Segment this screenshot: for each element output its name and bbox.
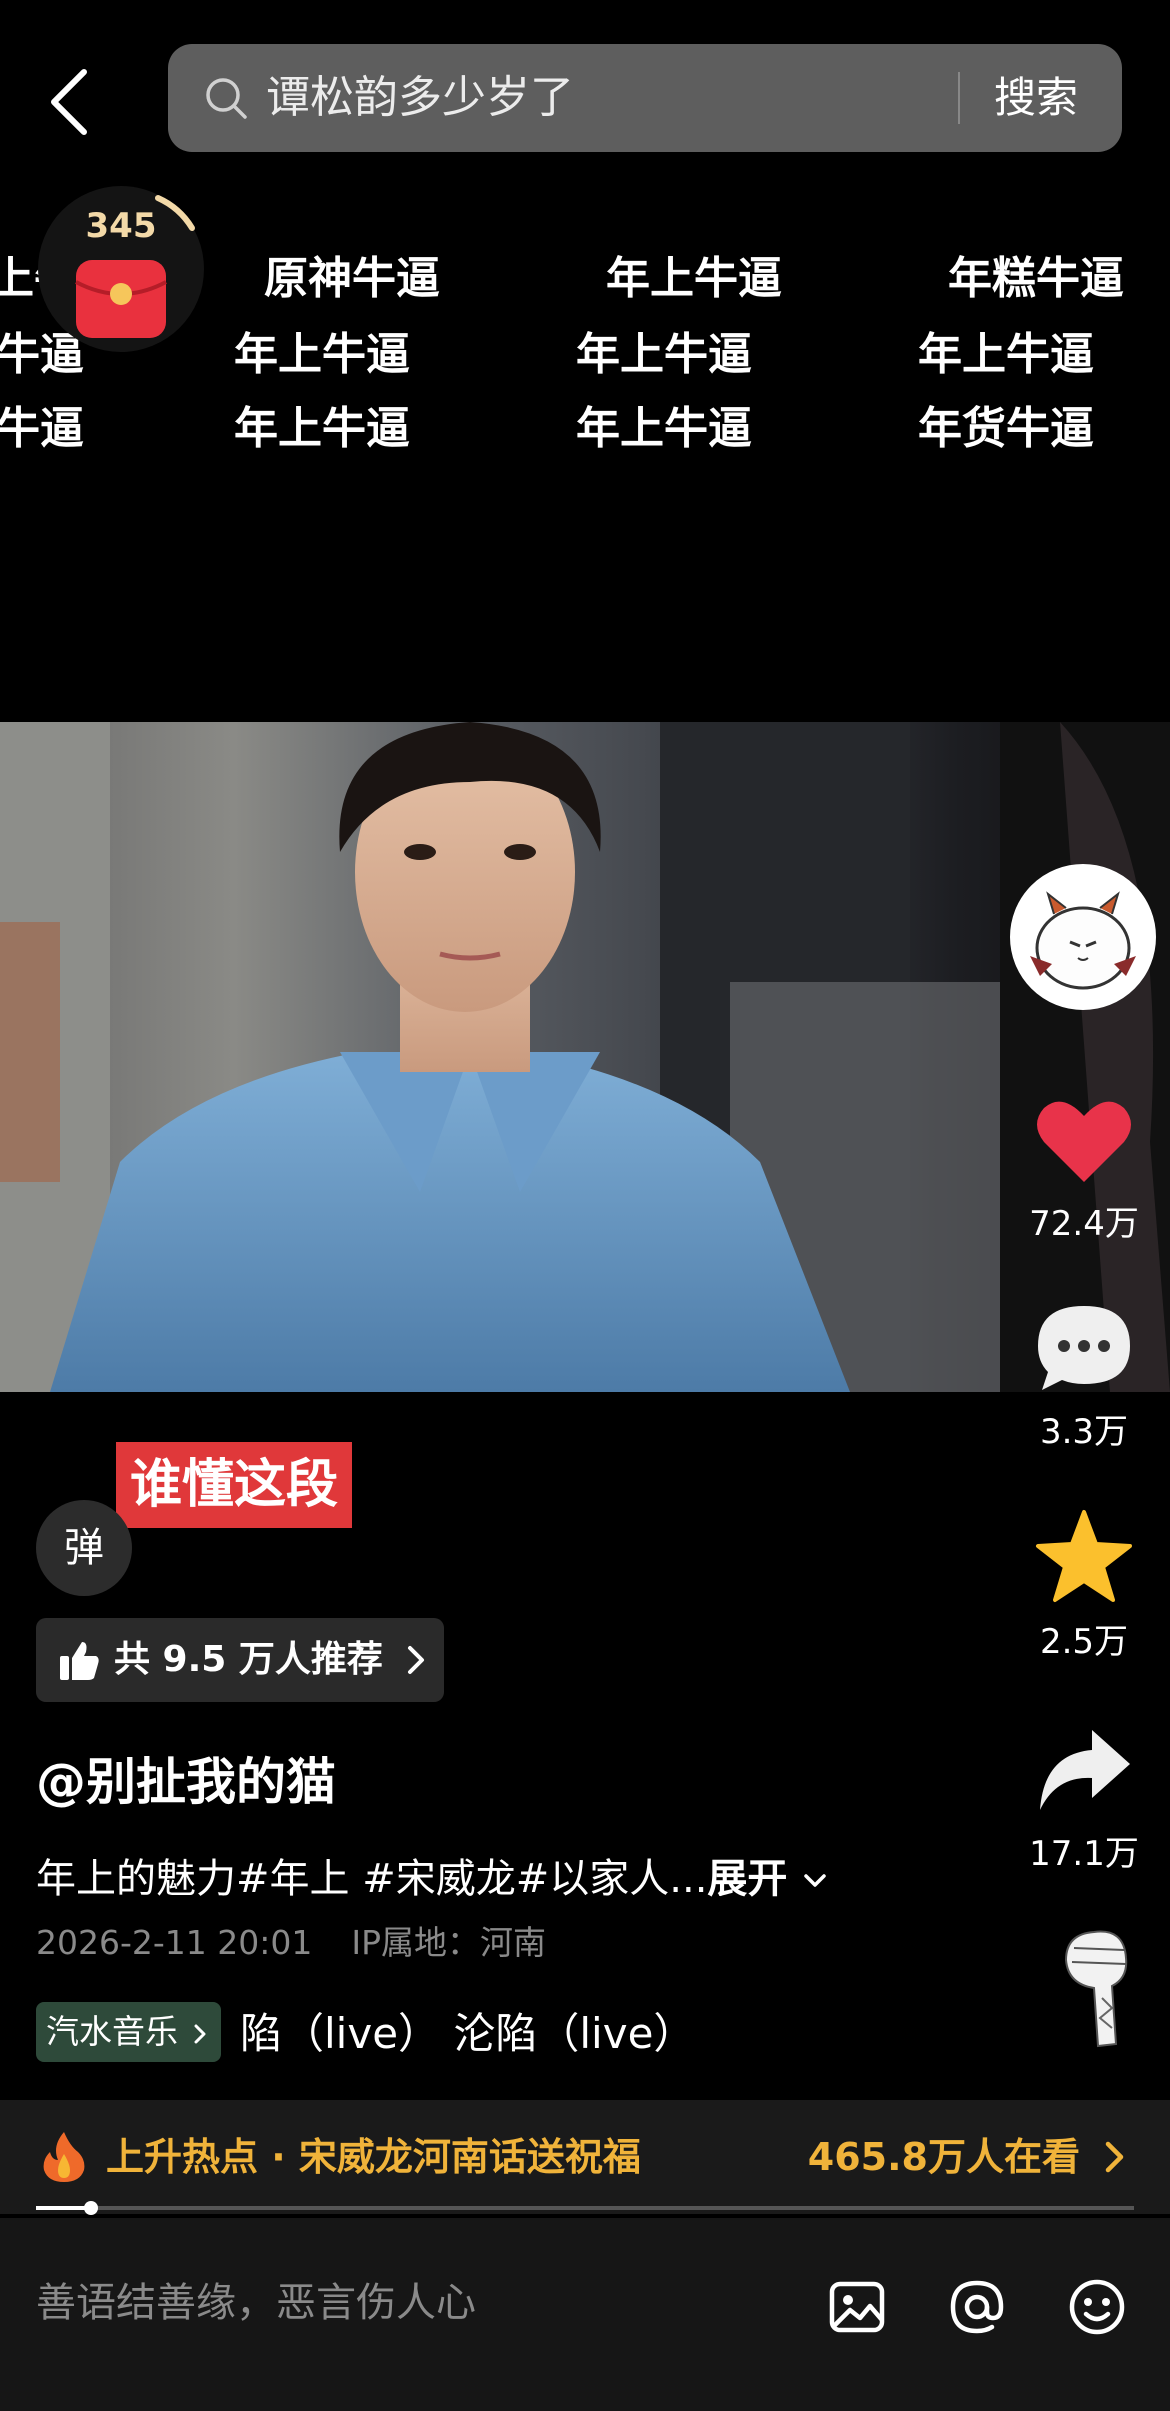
- music-source-tag[interactable]: 汽水音乐: [36, 2002, 221, 2062]
- danmaku-item: 年上牛逼: [234, 329, 410, 380]
- watching-count: 465.8万人在看: [807, 2135, 1080, 2179]
- danmaku-item: 原神牛逼: [264, 253, 440, 304]
- video-caption[interactable]: 年上的魅力#年上 #宋威龙#以家人...展开: [36, 1846, 830, 1904]
- share-count: 17.1万: [1029, 1834, 1139, 1874]
- danmaku-toggle-button[interactable]: 弹: [36, 1500, 132, 1596]
- danmaku-item: 年上牛逼: [606, 253, 782, 304]
- video-image: [0, 722, 1170, 1392]
- thumbs-up-icon: [60, 1642, 99, 1680]
- video-sticker: 谁懂这段: [116, 1442, 353, 1528]
- caption-text: 年上的魅力#年上 #宋威龙#以家人...: [36, 1856, 708, 1902]
- chevron-right-icon: [194, 2024, 205, 2043]
- chevron-right-icon: [408, 1646, 424, 1674]
- chevron-right-icon: [1105, 2141, 1124, 2173]
- expand-button[interactable]: 展开: [707, 1856, 787, 1902]
- video-progress-bar[interactable]: [36, 2201, 1134, 2215]
- video-frame[interactable]: [0, 722, 1170, 1392]
- hot-topic-banner[interactable]: 上升热点 · 宋威龙河南话送祝福 465.8万人在看: [0, 2100, 1170, 2214]
- share-button[interactable]: 17.1万: [1014, 1724, 1154, 1875]
- danmaku-item: 年糕牛逼: [948, 253, 1124, 304]
- search-divider: [958, 72, 960, 124]
- author-avatar[interactable]: [1010, 864, 1156, 1010]
- post-meta: 2026-2-11 20:01 IP属地：河南: [36, 1916, 546, 1964]
- comment-button[interactable]: 3.3万: [1014, 1302, 1154, 1453]
- danmaku-item: 牛逼: [0, 403, 84, 454]
- red-packet-widget[interactable]: 345: [38, 186, 204, 352]
- emoji-icon[interactable]: [1066, 2276, 1128, 2338]
- comment-bar: 善语结善缘，恶言伤人心: [0, 2218, 1170, 2411]
- progress-knob[interactable]: [83, 2201, 98, 2215]
- recommend-text: 共 9.5 万人推荐: [114, 1639, 383, 1680]
- search-button[interactable]: 搜索: [994, 44, 1078, 152]
- search-bar[interactable]: 谭松韵多少岁了 搜索: [168, 44, 1122, 152]
- search-input[interactable]: 谭松韵多少岁了: [266, 44, 574, 152]
- fire-icon: [43, 2132, 85, 2182]
- like-count: 72.4万: [1029, 1204, 1139, 1244]
- danmaku-item: 年上牛逼: [918, 329, 1094, 380]
- image-icon[interactable]: [826, 2276, 888, 2338]
- music-title-marquee[interactable]: 陷（live） 沦陷（live）: [240, 2000, 695, 2061]
- share-arrow-icon: [1040, 1730, 1130, 1810]
- music-cover-icon: [1064, 1930, 1128, 2048]
- danmaku-item: 年货牛逼: [918, 403, 1094, 454]
- favorite-count: 2.5万: [1039, 1622, 1129, 1662]
- danmaku-item: 年上牛逼: [576, 329, 752, 380]
- hot-topic-text: 上升热点 · 宋威龙河南话送祝福: [106, 2135, 641, 2179]
- post-date: 2026-2-11 20:01: [36, 1923, 313, 1962]
- red-packet-count: 345: [85, 206, 157, 246]
- recommend-button[interactable]: 共 9.5 万人推荐: [36, 1618, 444, 1702]
- like-button[interactable]: 72.4万: [1014, 1094, 1154, 1245]
- avatar-image: [1030, 891, 1136, 990]
- mention-icon[interactable]: [946, 2276, 1008, 2338]
- comment-input[interactable]: 善语结善缘，恶言伤人心: [36, 2218, 476, 2388]
- back-button[interactable]: [40, 62, 100, 142]
- search-icon: [206, 78, 247, 119]
- star-icon: [1036, 1510, 1132, 1602]
- danmaku-item: 年上牛逼: [234, 403, 410, 454]
- chevron-down-icon: [804, 1874, 826, 1887]
- music-source-label: 汽水音乐: [46, 2012, 178, 2051]
- red-envelope-icon: [75, 260, 167, 338]
- comment-count: 3.3万: [1039, 1412, 1129, 1452]
- chevron-left-icon: [51, 69, 87, 135]
- danmaku-item: 年上牛逼: [576, 403, 752, 454]
- comment-bubble-icon: [1038, 1306, 1130, 1390]
- progress-fill: [36, 2206, 91, 2210]
- music-disc[interactable]: [1054, 1928, 1144, 2048]
- heart-icon: [1037, 1101, 1131, 1182]
- ip-location: IP属地：河南: [351, 1923, 547, 1962]
- favorite-button[interactable]: 2.5万: [1014, 1508, 1154, 1663]
- author-name[interactable]: @别扯我的猫: [36, 1742, 336, 1814]
